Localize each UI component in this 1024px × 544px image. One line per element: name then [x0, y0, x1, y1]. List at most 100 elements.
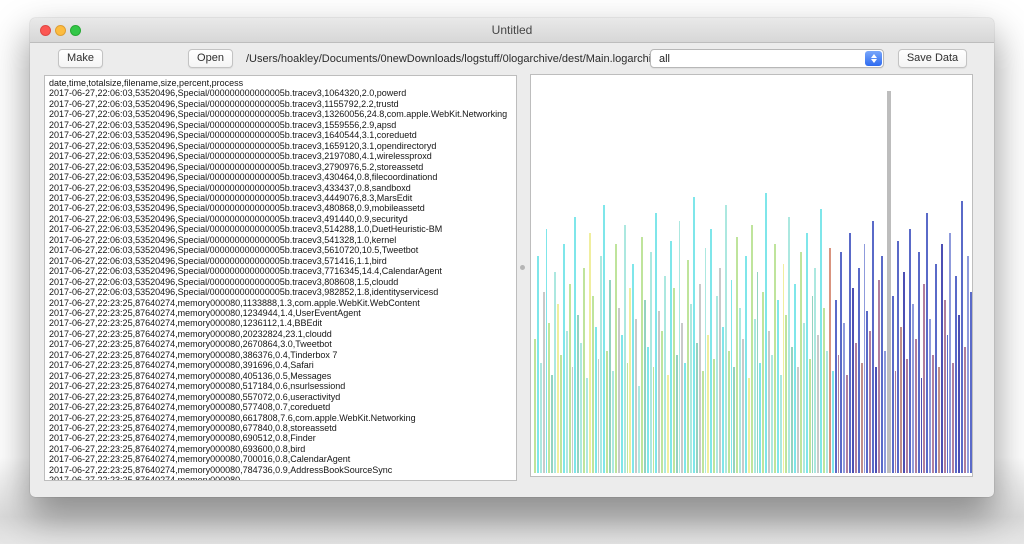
log-line: 2017-06-27,22:06:03,53520496,Special/000… — [49, 277, 516, 287]
chart-bar — [548, 323, 550, 473]
chart-bar — [817, 335, 819, 473]
log-line: 2017-06-27,22:23:25,87640274,memory00008… — [49, 318, 516, 328]
chart-bar — [864, 244, 866, 473]
log-line: 2017-06-27,22:06:03,53520496,Special/000… — [49, 203, 516, 213]
log-line: 2017-06-27,22:23:25,87640274,memory00008… — [49, 454, 516, 464]
chart-bar — [970, 292, 972, 473]
chart-bar — [733, 367, 735, 473]
chart-bar — [843, 323, 845, 473]
chart-bar — [736, 237, 738, 473]
chart-bar — [543, 292, 545, 473]
log-line: 2017-06-27,22:06:03,53520496,Special/000… — [49, 141, 516, 151]
chart-bar — [849, 233, 851, 473]
chart-bar — [745, 256, 747, 473]
chart-bar — [762, 292, 764, 473]
chart-bar — [803, 323, 805, 473]
chart-bar — [929, 319, 931, 473]
window-title: Untitled — [30, 23, 994, 37]
log-line: 2017-06-27,22:23:25,87640274,memory00008… — [49, 339, 516, 349]
chart-bar — [577, 315, 579, 473]
chart-bar — [618, 308, 620, 473]
chart-bar — [606, 351, 608, 473]
log-line: 2017-06-27,22:23:25,87640274,memory00008… — [49, 413, 516, 423]
chart-bar — [872, 221, 874, 473]
chart-bar — [809, 359, 811, 473]
chart-bar — [705, 248, 707, 473]
chart-bar — [949, 233, 951, 473]
log-line: 2017-06-27,22:23:25,87640274,memory00008… — [49, 371, 516, 381]
chart-bar — [823, 308, 825, 473]
chart-bar — [537, 256, 539, 473]
chart-bar — [846, 375, 848, 474]
log-line: 2017-06-27,22:06:03,53520496,Special/000… — [49, 120, 516, 130]
chart-bar — [551, 375, 553, 474]
log-text-area[interactable]: date,time,totalsize,filename,size,percen… — [44, 75, 517, 481]
log-line: 2017-06-27,22:06:03,53520496,Special/000… — [49, 266, 516, 276]
save-data-button[interactable]: Save Data — [898, 49, 967, 68]
chart-bar — [679, 221, 681, 473]
chart-bar — [664, 276, 666, 473]
make-button[interactable]: Make — [58, 49, 103, 68]
chart-bar — [765, 193, 767, 473]
log-line: 2017-06-27,22:23:25,87640274,memory00008… — [49, 402, 516, 412]
chart-bar — [690, 304, 692, 473]
chart-bar — [742, 339, 744, 473]
open-button[interactable]: Open — [188, 49, 233, 68]
chart-bar — [670, 241, 672, 473]
chart-bar — [774, 244, 776, 473]
chart-bar — [754, 319, 756, 473]
chart-bar — [673, 288, 675, 473]
chart-bar — [958, 315, 960, 473]
chart-bar — [768, 331, 770, 473]
log-line: 2017-06-27,22:23:25,87640274,memory00008… — [49, 392, 516, 402]
filter-dropdown[interactable]: all — [650, 49, 884, 68]
chart-bar — [826, 351, 828, 473]
title-bar[interactable]: Untitled — [30, 18, 994, 43]
log-line: 2017-06-27,22:23:25,87640274,memory00008… — [49, 465, 516, 475]
chart-bar — [912, 304, 914, 473]
chart-bar — [586, 378, 588, 473]
chart-bar — [955, 276, 957, 473]
chart-bar — [629, 288, 631, 473]
log-line: 2017-06-27,22:06:03,53520496,Special/000… — [49, 256, 516, 266]
chart-bar — [574, 217, 576, 473]
log-line: 2017-06-27,22:23:25,87640274,memory00008… — [49, 329, 516, 339]
chart-bar — [739, 308, 741, 473]
splitter-handle[interactable] — [520, 265, 525, 270]
chart-bar — [866, 311, 868, 473]
chart-bar — [759, 363, 761, 473]
chart-bar — [707, 335, 709, 473]
chart-bar — [658, 311, 660, 473]
chart-bar — [647, 347, 649, 473]
stepper-icon — [865, 51, 882, 66]
log-line: 2017-06-27,22:23:25,87640274,memory00008… — [49, 381, 516, 391]
chart-bar — [653, 367, 655, 473]
log-line: date,time,totalsize,filename,size,percen… — [49, 78, 516, 88]
chart-bar — [895, 371, 897, 473]
chart-bar — [540, 363, 542, 473]
file-path-label: /Users/hoakley/Documents/0newDownloads/l… — [246, 53, 663, 65]
log-line: 2017-06-27,22:23:25,87640274,memory00008… — [49, 298, 516, 308]
chart-bar — [676, 355, 678, 473]
chart-bar — [875, 367, 877, 473]
chart-bar — [832, 371, 834, 473]
log-line: 2017-06-27,22:06:03,53520496,Special/000… — [49, 287, 516, 297]
chart-bar — [719, 268, 721, 473]
log-line: 2017-06-27,22:06:03,53520496,Special/000… — [49, 130, 516, 140]
chart-bar — [661, 331, 663, 473]
log-line: 2017-06-27,22:23:25,87640274,memory00008… — [49, 350, 516, 360]
chart-bar — [757, 272, 759, 473]
chart-bar — [560, 355, 562, 473]
log-line: 2017-06-27,22:06:03,53520496,Special/000… — [49, 162, 516, 172]
chart-bar — [615, 244, 617, 473]
chart-bar — [771, 355, 773, 473]
log-line: 2017-06-27,22:06:03,53520496,Special/000… — [49, 151, 516, 161]
chart-bar — [696, 343, 698, 473]
chart-panel — [530, 74, 973, 477]
chart-bar — [918, 252, 920, 473]
chart-bar — [926, 213, 928, 473]
log-line: 2017-06-27,22:23:25,87640274,memory00008… — [49, 308, 516, 318]
chart-bar — [806, 233, 808, 473]
chart-bar — [566, 331, 568, 473]
chart-bar — [829, 248, 831, 473]
